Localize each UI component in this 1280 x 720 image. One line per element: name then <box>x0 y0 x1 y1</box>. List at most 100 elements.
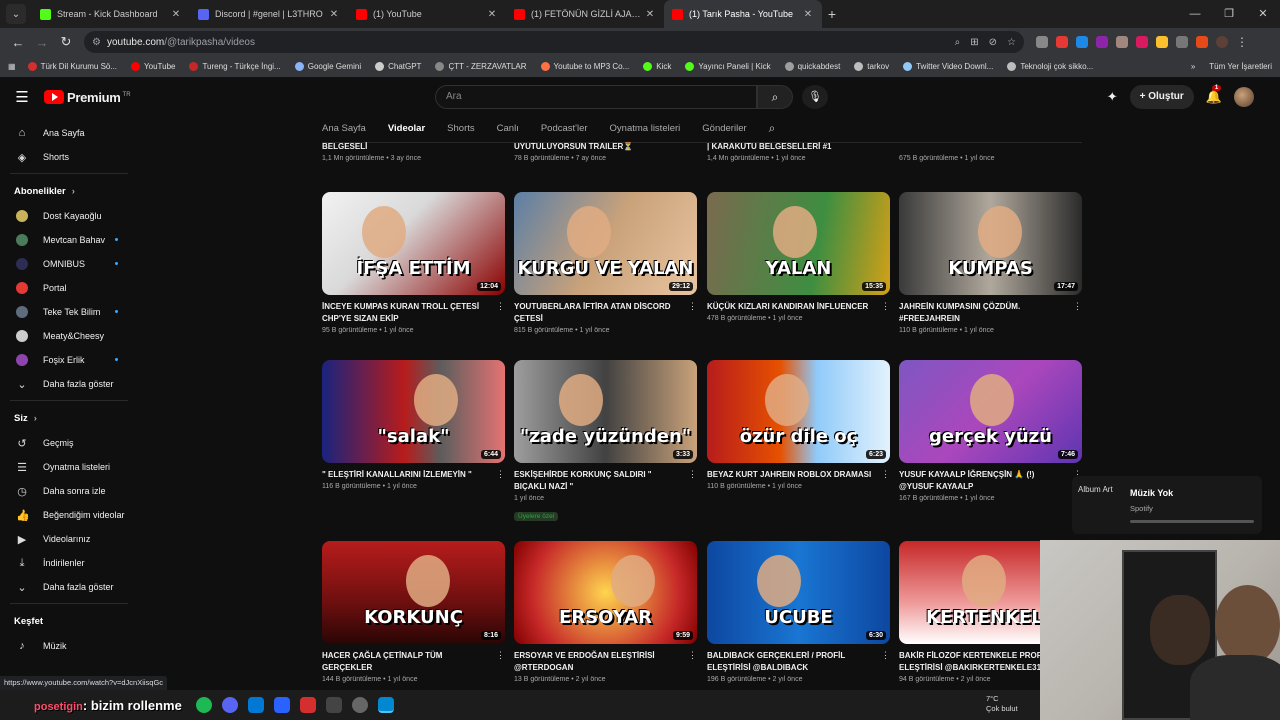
video-title[interactable]: ESKİŞEHİRDE KORKUNÇ SALDIRI " BIÇAKLI NA… <box>514 469 685 493</box>
video-title[interactable]: İNCEYE KUMPAS KURAN TROLL ÇETESİ CHP'YE … <box>322 301 493 325</box>
more-options-icon[interactable]: ⋮ <box>881 301 890 312</box>
extension-icon[interactable] <box>1096 36 1108 48</box>
bookmark-item[interactable]: ChatGPT <box>375 62 421 71</box>
video-title[interactable]: UYUTULUYORSUN TRAILER⏳ <box>514 141 697 153</box>
browser-tab[interactable]: Discord | #genel | L3THRO ✕ <box>190 0 348 28</box>
subscription-item[interactable]: Dost Kayaoğlu <box>0 204 138 228</box>
maximize-button[interactable]: ❐ <box>1212 0 1246 28</box>
bookmark-item[interactable]: Youtube to MP3 Co... <box>540 62 629 71</box>
menu-icon[interactable]: ☰ <box>0 88 44 106</box>
obs-icon[interactable] <box>351 697 368 713</box>
sidebar-item[interactable]: ♪ Müzik <box>0 634 138 658</box>
video-title[interactable]: HACER ÇAĞLA ÇETİNALP TÜM GERÇEKLER <box>322 650 493 674</box>
app-icon[interactable] <box>247 697 264 713</box>
puzzle-icon[interactable] <box>1176 36 1188 48</box>
search-icon[interactable]: ⌕ <box>757 85 793 109</box>
video-card[interactable]: KURGU VE YALAN 29:12 YOUTUBERLARA İFTİRA A… <box>514 192 697 337</box>
video-thumbnail[interactable]: "zade yüzünden" 3:33 <box>514 360 697 463</box>
bookmark-item[interactable]: Google Gemini <box>294 62 361 71</box>
video-thumbnail[interactable]: "salak" 6:44 <box>322 360 505 463</box>
tab-close-icon[interactable]: ✕ <box>170 9 182 20</box>
extension-icon[interactable] <box>1156 36 1168 48</box>
sidebar-item[interactable]: ▶ Videolarınız <box>0 527 138 551</box>
sidebar-item[interactable]: ☰ Oynatma listeleri <box>0 455 138 479</box>
subscription-item[interactable]: Mevtcan Bahav <box>0 228 138 252</box>
show-more-you[interactable]: ⌄ Daha fazla göster <box>0 575 138 599</box>
subscription-item[interactable]: Portal <box>0 276 138 300</box>
more-options-icon[interactable]: ⋮ <box>688 301 697 312</box>
tab-close-icon[interactable]: ✕ <box>486 9 498 20</box>
video-card[interactable]: KORKUNÇ 8:16 HACER ÇAĞLA ÇETİNALP TÜM GERÇ… <box>322 541 505 686</box>
video-thumbnail[interactable]: KURGU VE YALAN 29:12 <box>514 192 697 295</box>
video-card[interactable]: "salak" 6:44 " ELEŞTİRİ KANALLARINI İZLEME… <box>322 360 505 493</box>
channel-tab[interactable]: Podcast'ler <box>541 123 588 134</box>
partial-video-card[interactable]: UYUTULUYORSUN TRAILER⏳ 78 B görüntüleme •… <box>514 141 697 165</box>
browser-tab[interactable]: (1) Tarık Pasha - YouTube ✕ <box>664 0 822 28</box>
subscription-item[interactable]: Foşix Erlik <box>0 348 138 372</box>
url-input[interactable]: ⚙ youtube.com/@tarikpasha/videos ⌕ ⊞ ⊘ ☆ <box>84 31 1024 53</box>
partial-video-card[interactable]: | KARAKUTU BELGESELLERİ #1 1,4 Mn görüntü… <box>707 141 890 165</box>
discord-icon[interactable] <box>221 697 238 713</box>
channel-tab[interactable]: Oynatma listeleri <box>610 123 681 134</box>
create-button[interactable]: + Oluştur <box>1129 85 1194 109</box>
more-options-icon[interactable]: ⋮ <box>881 469 890 480</box>
sidebar-item[interactable]: ⤓ İndirilenler <box>0 551 138 575</box>
more-options-icon[interactable]: ⋮ <box>688 469 697 480</box>
more-options-icon[interactable]: ⋮ <box>1073 301 1082 312</box>
subscription-item[interactable]: OMNIBUS <box>0 252 138 276</box>
video-card[interactable]: özür dile oç 6:23 BEYAZ KURT JAHREIN ROBLO… <box>707 360 890 493</box>
tab-search-button[interactable]: ⌄ <box>6 4 26 24</box>
youtube-logo[interactable]: Premium TR <box>44 90 131 105</box>
video-card[interactable]: gerçek yüzü 7:46 YUSUF KAYAALP İĞRENÇŞİN 🙏… <box>899 360 1082 505</box>
new-tab-button[interactable]: + <box>822 6 842 22</box>
bookmark-item[interactable]: ÇTT - ZERZAVATLAR <box>435 62 527 71</box>
bookmark-item[interactable]: Teknoloji çok sikko... <box>1007 62 1093 71</box>
browser-tab[interactable]: Stream - Kick Dashboard ✕ <box>32 0 190 28</box>
terminal-icon[interactable] <box>325 697 342 713</box>
more-options-icon[interactable]: ⋮ <box>688 650 697 661</box>
profile-avatar[interactable] <box>1216 36 1228 48</box>
video-thumbnail[interactable]: KUMPAS 17:47 <box>899 192 1082 295</box>
bookmark-item[interactable]: tarkov <box>854 62 889 71</box>
video-card[interactable]: YALAN 15:35 KÜÇÜK KIZLARI KANDIRAN İNFLUEN… <box>707 192 890 325</box>
video-title[interactable]: | KARAKUTU BELGESELLERİ #1 <box>707 141 890 153</box>
more-options-icon[interactable]: ⋮ <box>496 650 505 661</box>
video-thumbnail[interactable]: UCUBE 6:30 <box>707 541 890 644</box>
browser-tab[interactable]: (1) YouTube ✕ <box>348 0 506 28</box>
more-options-icon[interactable]: ⋮ <box>881 650 890 661</box>
video-title[interactable]: BALDIBACK GERÇEKLERİ / PROFİL ELEŞTİRİSİ… <box>707 650 878 674</box>
video-title[interactable]: YOUTUBERLARA İFTİRA ATAN DİSCORD ÇETESİ <box>514 301 685 325</box>
tab-close-icon[interactable]: ✕ <box>802 9 814 20</box>
hide-icon[interactable]: ⊘ <box>989 37 997 48</box>
pdf-icon[interactable] <box>299 697 316 713</box>
video-title[interactable]: YUSUF KAYAALP İĞRENÇŞİN 🙏 (!) @Yusuf Kay… <box>899 469 1070 493</box>
back-button[interactable]: ← <box>6 35 30 50</box>
extension-icon[interactable] <box>1116 36 1128 48</box>
video-card[interactable]: ERSOYAR 9:59 ERSOYAR VE ERDOĞAN ELEŞTİRİSİ… <box>514 541 697 686</box>
channel-search-icon[interactable]: ⌕ <box>769 121 776 136</box>
channel-tab[interactable]: Shorts <box>447 123 474 134</box>
zoom-icon[interactable]: ⌕ <box>955 37 961 48</box>
extension-icon[interactable] <box>1036 36 1048 48</box>
channel-tab[interactable]: Canlı <box>497 123 519 134</box>
video-title[interactable]: " ELEŞTİRİ KANALLARINI İZLEMEYİN " <box>322 469 493 481</box>
bookmark-item[interactable]: Twitter Video Downl... <box>903 62 993 71</box>
extension-icon[interactable] <box>1056 36 1068 48</box>
bookmarks-overflow-icon[interactable]: » <box>1191 62 1195 71</box>
microphone-icon[interactable]: 🎙 <box>802 85 828 109</box>
browser-tab[interactable]: (1) FETÖNÜN GİZLİ AJANLARIN✕ <box>506 0 664 28</box>
install-icon[interactable]: ⊞ <box>970 37 978 48</box>
subscriptions-header[interactable]: Abonelikler › <box>0 178 138 204</box>
video-card[interactable]: UCUBE 6:30 BALDIBACK GERÇEKLERİ / PROFİL E… <box>707 541 890 686</box>
video-title[interactable]: ERSOYAR VE ERDOĞAN ELEŞTİRİSİ @rterdogan <box>514 650 685 674</box>
apps-icon[interactable]: ▦ <box>8 62 16 71</box>
app-icon[interactable] <box>377 697 394 713</box>
all-bookmarks[interactable]: Tüm Yer İşaretleri <box>1209 62 1272 71</box>
video-card[interactable]: KUMPAS 17:47 JAHREİN KUMPASINI ÇÖZDÜM. #fr… <box>899 192 1082 337</box>
video-title[interactable]: KÜÇÜK KIZLARI KANDIRAN İNFLUENCER <box>707 301 878 313</box>
extension-icon[interactable] <box>1076 36 1088 48</box>
extension-icon[interactable] <box>1136 36 1148 48</box>
search-input[interactable]: Ara <box>435 85 757 109</box>
video-card[interactable]: İFŞA ETTİM 12:04 İNCEYE KUMPAS KURAN TROLL… <box>322 192 505 337</box>
video-title[interactable]: BEYAZ KURT JAHREIN ROBLOX DRAMASI <box>707 469 878 481</box>
